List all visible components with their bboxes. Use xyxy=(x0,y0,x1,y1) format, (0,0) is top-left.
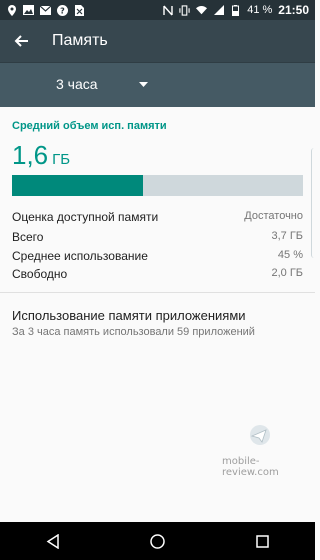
vibrate-icon xyxy=(179,4,190,16)
divider xyxy=(0,292,315,293)
scroll-edge-indicator xyxy=(311,148,315,258)
square-recents-icon xyxy=(256,534,269,548)
stat-label: Свободно xyxy=(12,267,68,281)
stat-value: 2,0 ГБ xyxy=(271,267,303,279)
back-button[interactable] xyxy=(0,20,42,62)
dropdown-arrow-icon xyxy=(139,82,148,87)
signal-icon xyxy=(213,5,224,16)
watermark: mobile-review.com xyxy=(222,456,279,478)
stat-value: 45 % xyxy=(277,249,303,261)
watermark-logo-icon xyxy=(250,425,270,445)
memory-value: 1,6 ГБ xyxy=(12,140,70,171)
apps-memory-title: Использование памяти приложениями xyxy=(12,308,246,323)
memory-usage-bar xyxy=(12,175,303,196)
email-icon xyxy=(40,5,51,16)
status-system: 41 % 21:50 xyxy=(162,3,309,17)
stat-label: Всего xyxy=(12,230,44,244)
memory-usage-bar-fill xyxy=(12,175,143,196)
stat-label: Оценка доступной памяти xyxy=(12,210,159,224)
status-notifications: ? xyxy=(6,4,85,16)
help-icon: ? xyxy=(57,4,68,16)
apps-memory-item[interactable]: Использование памяти приложениями За 3 ч… xyxy=(0,296,315,344)
apps-memory-subtitle: За 3 часа память использовали 59 приложе… xyxy=(12,326,255,338)
period-dropdown[interactable]: 3 часа xyxy=(0,63,315,107)
svg-text:?: ? xyxy=(60,6,65,15)
nav-back-button[interactable] xyxy=(33,525,73,557)
period-bar: 3 часа xyxy=(0,62,315,107)
sim-icon xyxy=(74,4,85,16)
stat-value: Достаточно xyxy=(244,210,303,222)
nfc-icon xyxy=(162,5,173,16)
period-dropdown-value: 3 часа xyxy=(56,76,98,92)
navigation-bar xyxy=(0,522,315,560)
triangle-back-icon xyxy=(46,533,59,549)
memory-value-unit: ГБ xyxy=(52,151,71,168)
clock: 21:50 xyxy=(278,3,309,17)
nav-recents-button[interactable] xyxy=(243,525,283,557)
section-title: Средний объем исп. памяти xyxy=(12,120,167,132)
stat-row-free: Свободно 2,0 ГБ xyxy=(12,267,303,281)
location-icon xyxy=(6,4,17,16)
battery-icon xyxy=(230,4,241,16)
stat-row-total: Всего 3,7 ГБ xyxy=(12,230,303,244)
image-icon xyxy=(23,5,34,16)
arrow-back-icon xyxy=(14,35,28,47)
stat-row-average: Среднее использование 45 % xyxy=(12,249,303,263)
stat-row-availability: Оценка доступной памяти Достаточно xyxy=(12,210,303,224)
stat-value: 3,7 ГБ xyxy=(271,230,303,242)
wifi-icon xyxy=(196,5,208,16)
nav-home-button[interactable] xyxy=(138,525,178,557)
stat-label: Среднее использование xyxy=(12,249,148,263)
status-bar: ? 41 % 21:50 xyxy=(0,0,315,20)
battery-percent: 41 % xyxy=(247,4,273,16)
page-title: Память xyxy=(52,32,108,49)
circle-home-icon xyxy=(150,533,165,549)
memory-value-number: 1,6 xyxy=(12,140,49,170)
toolbar: Память xyxy=(0,20,315,62)
